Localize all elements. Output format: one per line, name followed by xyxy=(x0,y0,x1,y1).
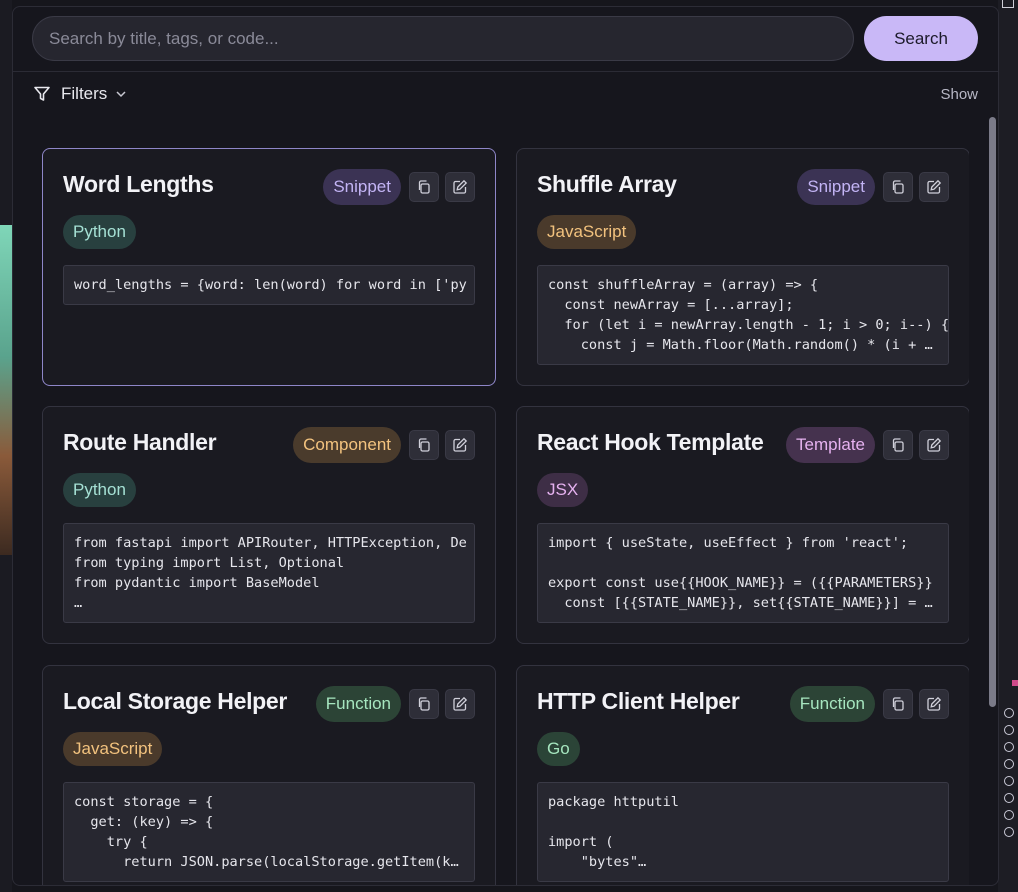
type-badge: Component xyxy=(293,427,401,463)
copy-button[interactable] xyxy=(409,689,439,719)
background-image xyxy=(0,225,12,555)
code-preview: import { useState, useEffect } from 'rea… xyxy=(537,523,949,623)
edit-button[interactable] xyxy=(919,430,949,460)
card-actions: Snippet xyxy=(797,169,949,205)
edit-icon xyxy=(927,696,942,711)
snippet-search-popup: Search Filters Show Word Lengths Snippet… xyxy=(12,6,999,886)
copy-icon xyxy=(418,697,430,711)
snippet-card[interactable]: Word Lengths Snippet Python word_lengths… xyxy=(42,148,496,386)
filters-toggle[interactable]: Filters xyxy=(61,84,107,104)
code-preview: package httputil import ( "bytes"… xyxy=(537,782,949,882)
language-tag: JSX xyxy=(537,473,589,507)
card-actions: Function xyxy=(789,686,949,722)
copy-button[interactable] xyxy=(883,689,913,719)
edit-icon xyxy=(927,179,942,194)
copy-icon xyxy=(418,438,430,452)
edit-icon xyxy=(453,179,468,194)
snippet-card[interactable]: React Hook Template Template JSX import … xyxy=(516,406,969,644)
copy-icon xyxy=(892,438,904,452)
copy-button[interactable] xyxy=(409,172,439,202)
copy-button[interactable] xyxy=(883,172,913,202)
card-title: Local Storage Helper xyxy=(63,688,288,714)
background-marker xyxy=(1012,680,1018,686)
edit-button[interactable] xyxy=(445,430,475,460)
search-input[interactable] xyxy=(32,16,854,61)
language-tag: Go xyxy=(537,732,580,766)
edit-button[interactable] xyxy=(919,689,949,719)
language-tag: JavaScript xyxy=(537,215,637,249)
card-actions: Snippet xyxy=(323,169,475,205)
code-preview: from fastapi import APIRouter, HTTPExcep… xyxy=(63,523,475,623)
edit-button[interactable] xyxy=(445,689,475,719)
code-preview: word_lengths = {word: len(word) for word… xyxy=(63,265,475,305)
snippet-grid: Word Lengths Snippet Python word_lengths… xyxy=(42,148,969,885)
background-dots xyxy=(1002,705,1016,855)
chevron-down-icon[interactable] xyxy=(115,88,127,100)
card-actions: Template xyxy=(786,427,949,463)
snippet-card[interactable]: Shuffle Array Snippet JavaScript const s… xyxy=(516,148,969,386)
code-preview: const storage = { get: (key) => { try { … xyxy=(63,782,475,882)
edit-icon xyxy=(453,437,468,452)
type-badge: Snippet xyxy=(323,169,401,205)
card-title: React Hook Template xyxy=(537,429,764,455)
copy-button[interactable] xyxy=(883,430,913,460)
edit-icon xyxy=(927,437,942,452)
search-bar: Search xyxy=(32,16,978,61)
show-filters-button[interactable]: Show xyxy=(940,86,978,103)
language-tag: Python xyxy=(63,473,136,507)
edit-icon xyxy=(453,696,468,711)
filter-icon xyxy=(34,86,50,101)
card-actions: Component xyxy=(293,427,475,463)
copy-button[interactable] xyxy=(409,430,439,460)
snippet-card[interactable]: Route Handler Component Python from fast… xyxy=(42,406,496,644)
type-badge: Function xyxy=(315,686,401,722)
card-title: HTTP Client Helper xyxy=(537,688,740,714)
copy-icon xyxy=(418,180,430,194)
language-tag: JavaScript xyxy=(63,732,163,766)
type-badge: Template xyxy=(786,427,875,463)
background-icon xyxy=(1002,0,1014,8)
language-tag: Python xyxy=(63,215,136,249)
edit-button[interactable] xyxy=(919,172,949,202)
card-title: Route Handler xyxy=(63,429,217,455)
edit-button[interactable] xyxy=(445,172,475,202)
divider xyxy=(13,71,998,72)
code-preview: const shuffleArray = (array) => { const … xyxy=(537,265,949,365)
card-title: Shuffle Array xyxy=(537,171,677,197)
type-badge: Snippet xyxy=(797,169,875,205)
search-button[interactable]: Search xyxy=(864,16,978,61)
copy-icon xyxy=(892,180,904,194)
filters-bar: Filters Show xyxy=(33,79,978,109)
type-badge: Function xyxy=(789,686,875,722)
card-actions: Function xyxy=(315,686,475,722)
copy-icon xyxy=(892,697,904,711)
card-title: Word Lengths xyxy=(63,171,214,197)
snippet-card[interactable]: HTTP Client Helper Function Go package h… xyxy=(516,665,969,885)
snippet-card[interactable]: Local Storage Helper Function JavaScript… xyxy=(42,665,496,885)
scrollbar-thumb[interactable] xyxy=(989,117,996,707)
